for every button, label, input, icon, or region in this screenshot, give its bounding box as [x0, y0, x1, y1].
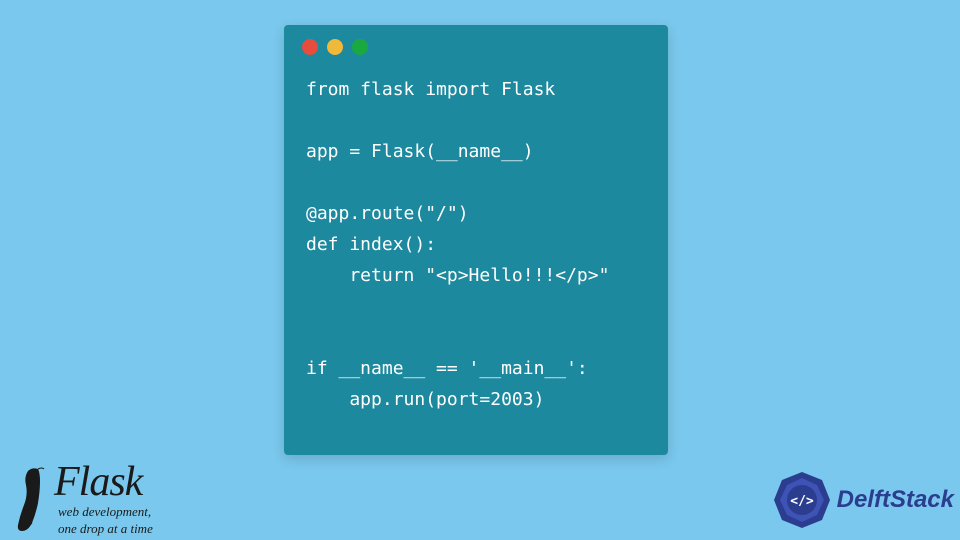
- window-titlebar: [284, 25, 668, 61]
- flask-title: Flask: [54, 461, 153, 503]
- delftstack-text: DelftStack: [837, 486, 954, 514]
- delftstack-logo: </> DelftStack: [772, 470, 954, 530]
- horn-icon: [8, 463, 52, 535]
- minimize-icon: [327, 39, 343, 55]
- flask-logo: Flask web development, one drop at a tim…: [8, 461, 153, 536]
- code-window: from flask import Flask app = Flask(__na…: [284, 25, 668, 455]
- close-icon: [302, 39, 318, 55]
- flask-subtitle-1: web development,: [58, 505, 153, 519]
- flask-text-block: Flask web development, one drop at a tim…: [54, 461, 153, 536]
- code-content: from flask import Flask app = Flask(__na…: [284, 61, 668, 435]
- maximize-icon: [352, 39, 368, 55]
- delftstack-badge-icon: </>: [772, 470, 832, 530]
- svg-text:</>: </>: [790, 494, 814, 509]
- flask-subtitle-2: one drop at a time: [58, 522, 153, 536]
